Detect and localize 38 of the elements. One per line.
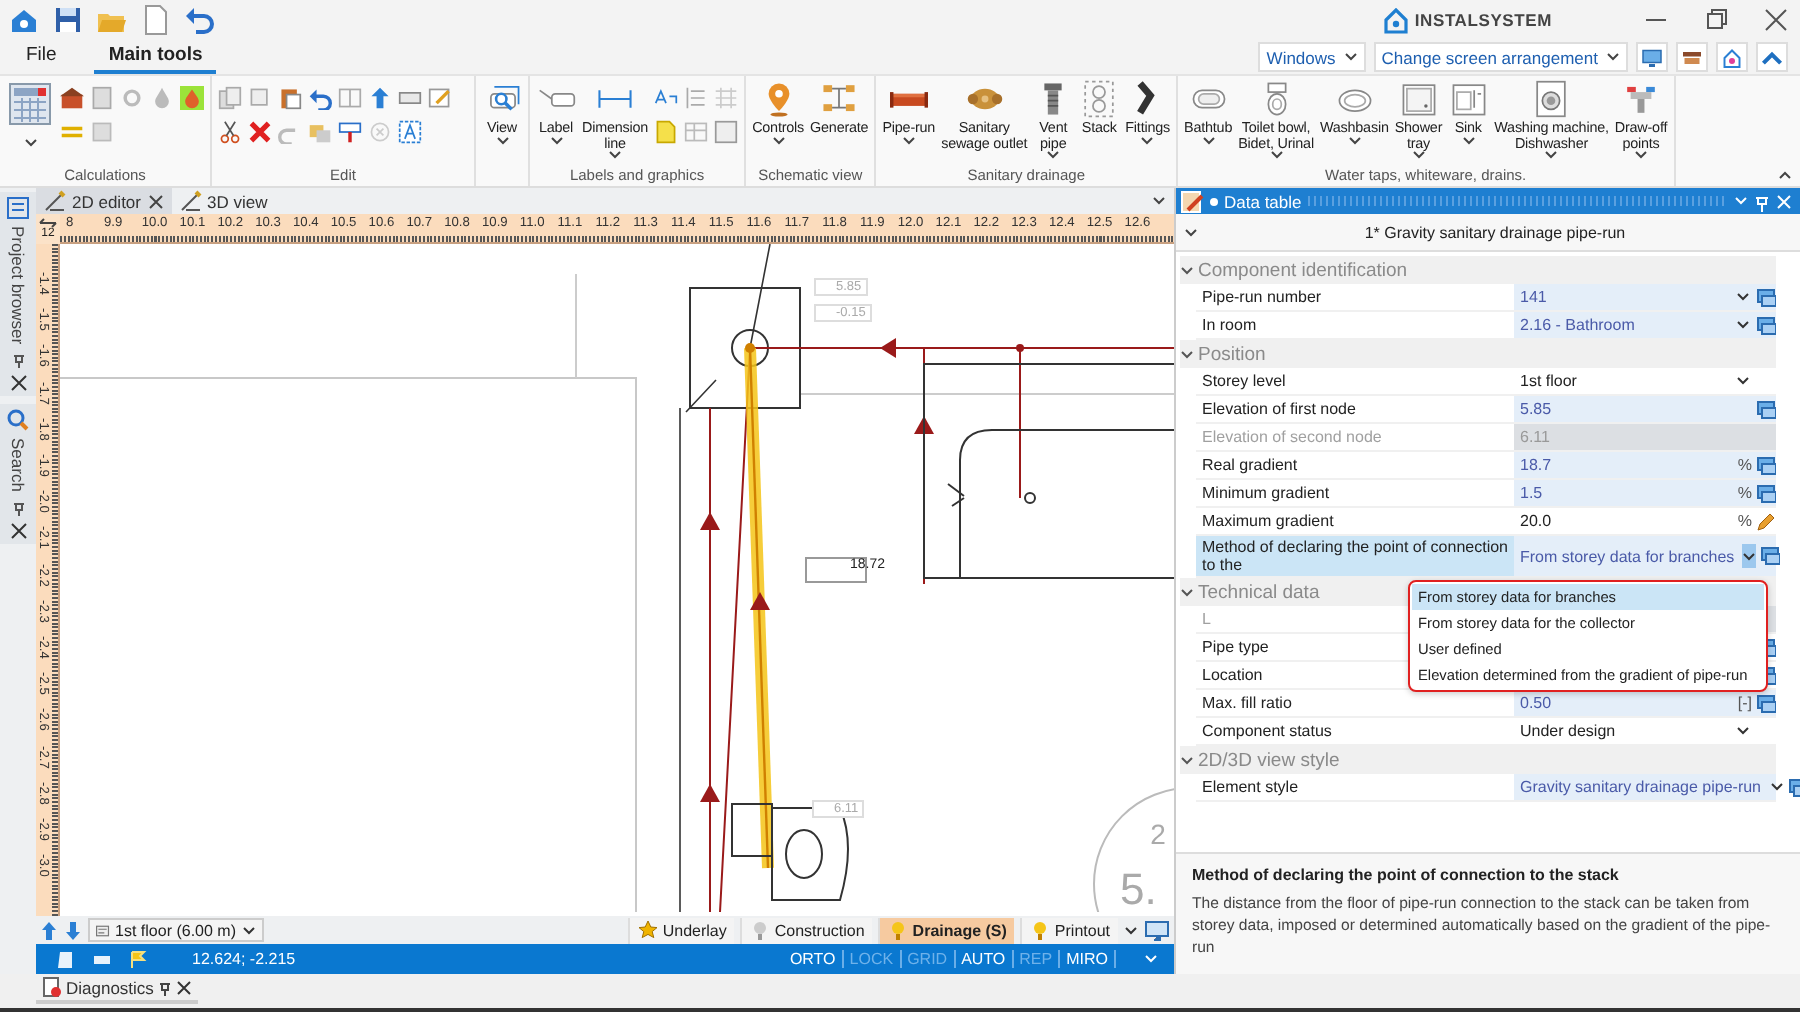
property-label: Storey level xyxy=(1202,372,1286,390)
property-value: Under design xyxy=(1520,722,1616,740)
panel-subtitle: 1* Gravity sanitary drainage pipe-run xyxy=(1362,223,1628,241)
property-label: Pipe-run number xyxy=(1202,288,1322,306)
panel-title: Data table xyxy=(1224,191,1302,211)
property-value: 6.11 xyxy=(1520,428,1550,446)
unit-label: % xyxy=(1737,456,1752,474)
coordinates: 12.624; -2.215 xyxy=(192,950,296,968)
property-label: L xyxy=(1202,610,1211,628)
property-value: 2.16 - Bathroom xyxy=(1520,316,1635,334)
property-label: Pipe type xyxy=(1202,638,1269,656)
property-value: 5.85 xyxy=(1520,400,1552,418)
property-value: 141 xyxy=(1520,288,1547,306)
property-value: 20.0 xyxy=(1520,512,1552,530)
property-label: Element style xyxy=(1202,778,1299,796)
property-label: Location xyxy=(1202,666,1263,684)
property-value: Gravity sanitary drainage pipe-run xyxy=(1520,778,1762,796)
dimension-label: 5. xyxy=(1120,864,1157,916)
property-label: Method of declaring the point of connection to the xyxy=(1202,538,1508,574)
unit-label: % xyxy=(1737,484,1752,502)
unit-label: % xyxy=(1737,512,1752,530)
dimension-label: 2 xyxy=(1148,816,1168,852)
property-value: 0.50 xyxy=(1520,694,1552,712)
property-label: Elevation of first node xyxy=(1202,400,1356,418)
property-label: Maximum gradient xyxy=(1202,512,1334,530)
property-value: 1.5 xyxy=(1520,484,1543,502)
property-label: Real gradient xyxy=(1202,456,1298,474)
description-title: Method of declaring the point of connection to the stack xyxy=(1192,866,1621,884)
property-value: From storey data for branches xyxy=(1520,547,1735,565)
property-label: Max. fill ratio xyxy=(1202,694,1292,712)
property-label: Minimum gradient xyxy=(1202,484,1330,502)
property-label: Elevation of second node xyxy=(1202,428,1382,446)
property-value: 1st floor xyxy=(1520,372,1577,390)
logo-text: INSTALSYSTEM xyxy=(1414,10,1552,30)
property-label: In room xyxy=(1202,316,1257,334)
unit-label: [-] xyxy=(1737,694,1752,712)
property-value: 18.7 xyxy=(1520,456,1552,474)
property-label: Component status xyxy=(1202,722,1332,740)
